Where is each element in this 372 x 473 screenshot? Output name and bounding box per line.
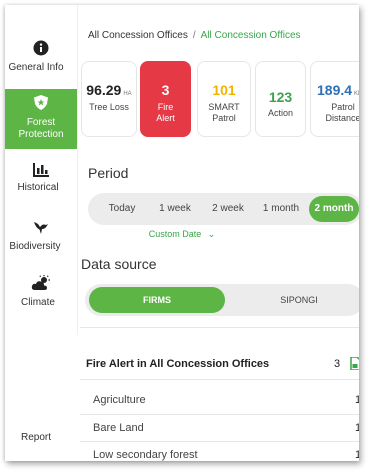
period-option-today[interactable]: Today — [94, 193, 150, 225]
period-option-2-month[interactable]: 2 month — [309, 196, 359, 222]
stat-card-smart-patrol[interactable]: 101 SMART Patrol — [197, 61, 251, 137]
stat-value: 123 — [268, 89, 293, 105]
data-source-selector: FIRMS SIPONGI — [85, 284, 359, 316]
fire-alert-count: 3 — [334, 358, 341, 370]
sidebar-item-climate[interactable]: Climate — [5, 275, 77, 308]
list-item-label: Agriculture — [93, 394, 146, 406]
stat-label: Fire Alert — [156, 102, 175, 123]
custom-date-label: Custom Date — [148, 229, 202, 239]
stat-label: Patrol Distance — [325, 102, 359, 123]
custom-date-link[interactable]: Custom Date ⌄ — [5, 229, 359, 240]
sidebar-item-historical[interactable]: Historical — [5, 163, 77, 193]
sidebar-item-label: Report — [20, 432, 51, 443]
divider — [80, 441, 359, 442]
sidebar-divider — [77, 5, 78, 335]
list-item-value: 1 — [355, 449, 359, 461]
list-item-value: 1 — [355, 422, 359, 434]
data-source-option-sipongi[interactable]: SIPONGI — [235, 284, 359, 316]
sidebar-item-label: General Info — [8, 62, 64, 73]
fire-alert-list-title: Fire Alert in All Concession Offices — [86, 358, 270, 370]
chevron-down-icon: ⌄ — [207, 229, 216, 239]
stat-card-action[interactable]: 123 Action — [255, 61, 306, 137]
divider — [80, 327, 359, 328]
sidebar-item-label: Forest Protection — [18, 117, 64, 140]
stat-value: 3 — [161, 82, 170, 98]
cloud-sun-icon — [31, 275, 50, 290]
data-source-title: Data source — [81, 256, 157, 272]
period-option-1-month[interactable]: 1 month — [256, 193, 306, 225]
sidebar-item-general-info[interactable]: General Info — [5, 40, 77, 73]
stat-card-patrol-distance[interactable]: 189.4KM Patrol Distance — [310, 61, 359, 137]
stat-label: Tree Loss — [89, 102, 129, 112]
period-option-1-week[interactable]: 1 week — [150, 193, 200, 225]
divider — [80, 414, 359, 415]
breadcrumb-separator: / — [192, 30, 196, 41]
list-item-value: 1 — [355, 394, 359, 406]
breadcrumb-current[interactable]: All Concession Offices — [201, 30, 301, 41]
breadcrumb: All Concession Offices / All Concession Of… — [88, 30, 301, 41]
period-option-2-week[interactable]: 2 week — [203, 193, 253, 225]
app-window: General Info Forest Protection Historica… — [5, 5, 359, 461]
info-circle-icon — [33, 40, 49, 56]
shield-icon — [34, 95, 48, 110]
stat-label: Action — [267, 108, 293, 118]
stat-card-tree-loss[interactable]: 96.29 HA Tree Loss — [81, 61, 137, 137]
bar-chart-icon — [33, 163, 49, 177]
stat-value: 189.4KM — [317, 82, 359, 98]
list-item-label: Low secondary forest — [93, 449, 198, 461]
period-title: Period — [88, 165, 129, 181]
period-selector: Today 1 week 2 week 1 month 2 month — [88, 193, 359, 225]
sidebar-item-label: Biodiversity — [9, 241, 61, 252]
sidebar-item-report[interactable]: Report — [5, 432, 77, 443]
list-item-label: Bare Land — [93, 422, 144, 434]
breadcrumb-root[interactable]: All Concession Offices — [88, 30, 188, 41]
divider — [80, 379, 359, 380]
data-source-option-firms[interactable]: FIRMS — [89, 287, 225, 313]
stat-value: 101 — [212, 82, 236, 98]
sidebar-item-label: Historical — [17, 182, 59, 193]
sidebar-item-forest-protection[interactable]: Forest Protection — [5, 89, 77, 149]
stat-card-fire-alert[interactable]: 3 Fire Alert — [140, 61, 191, 137]
stat-label: SMART Patrol — [208, 102, 240, 123]
excel-download-icon[interactable] — [350, 357, 359, 370]
sidebar-item-label: Climate — [21, 297, 55, 308]
stat-value: 96.29 HA — [86, 82, 132, 98]
